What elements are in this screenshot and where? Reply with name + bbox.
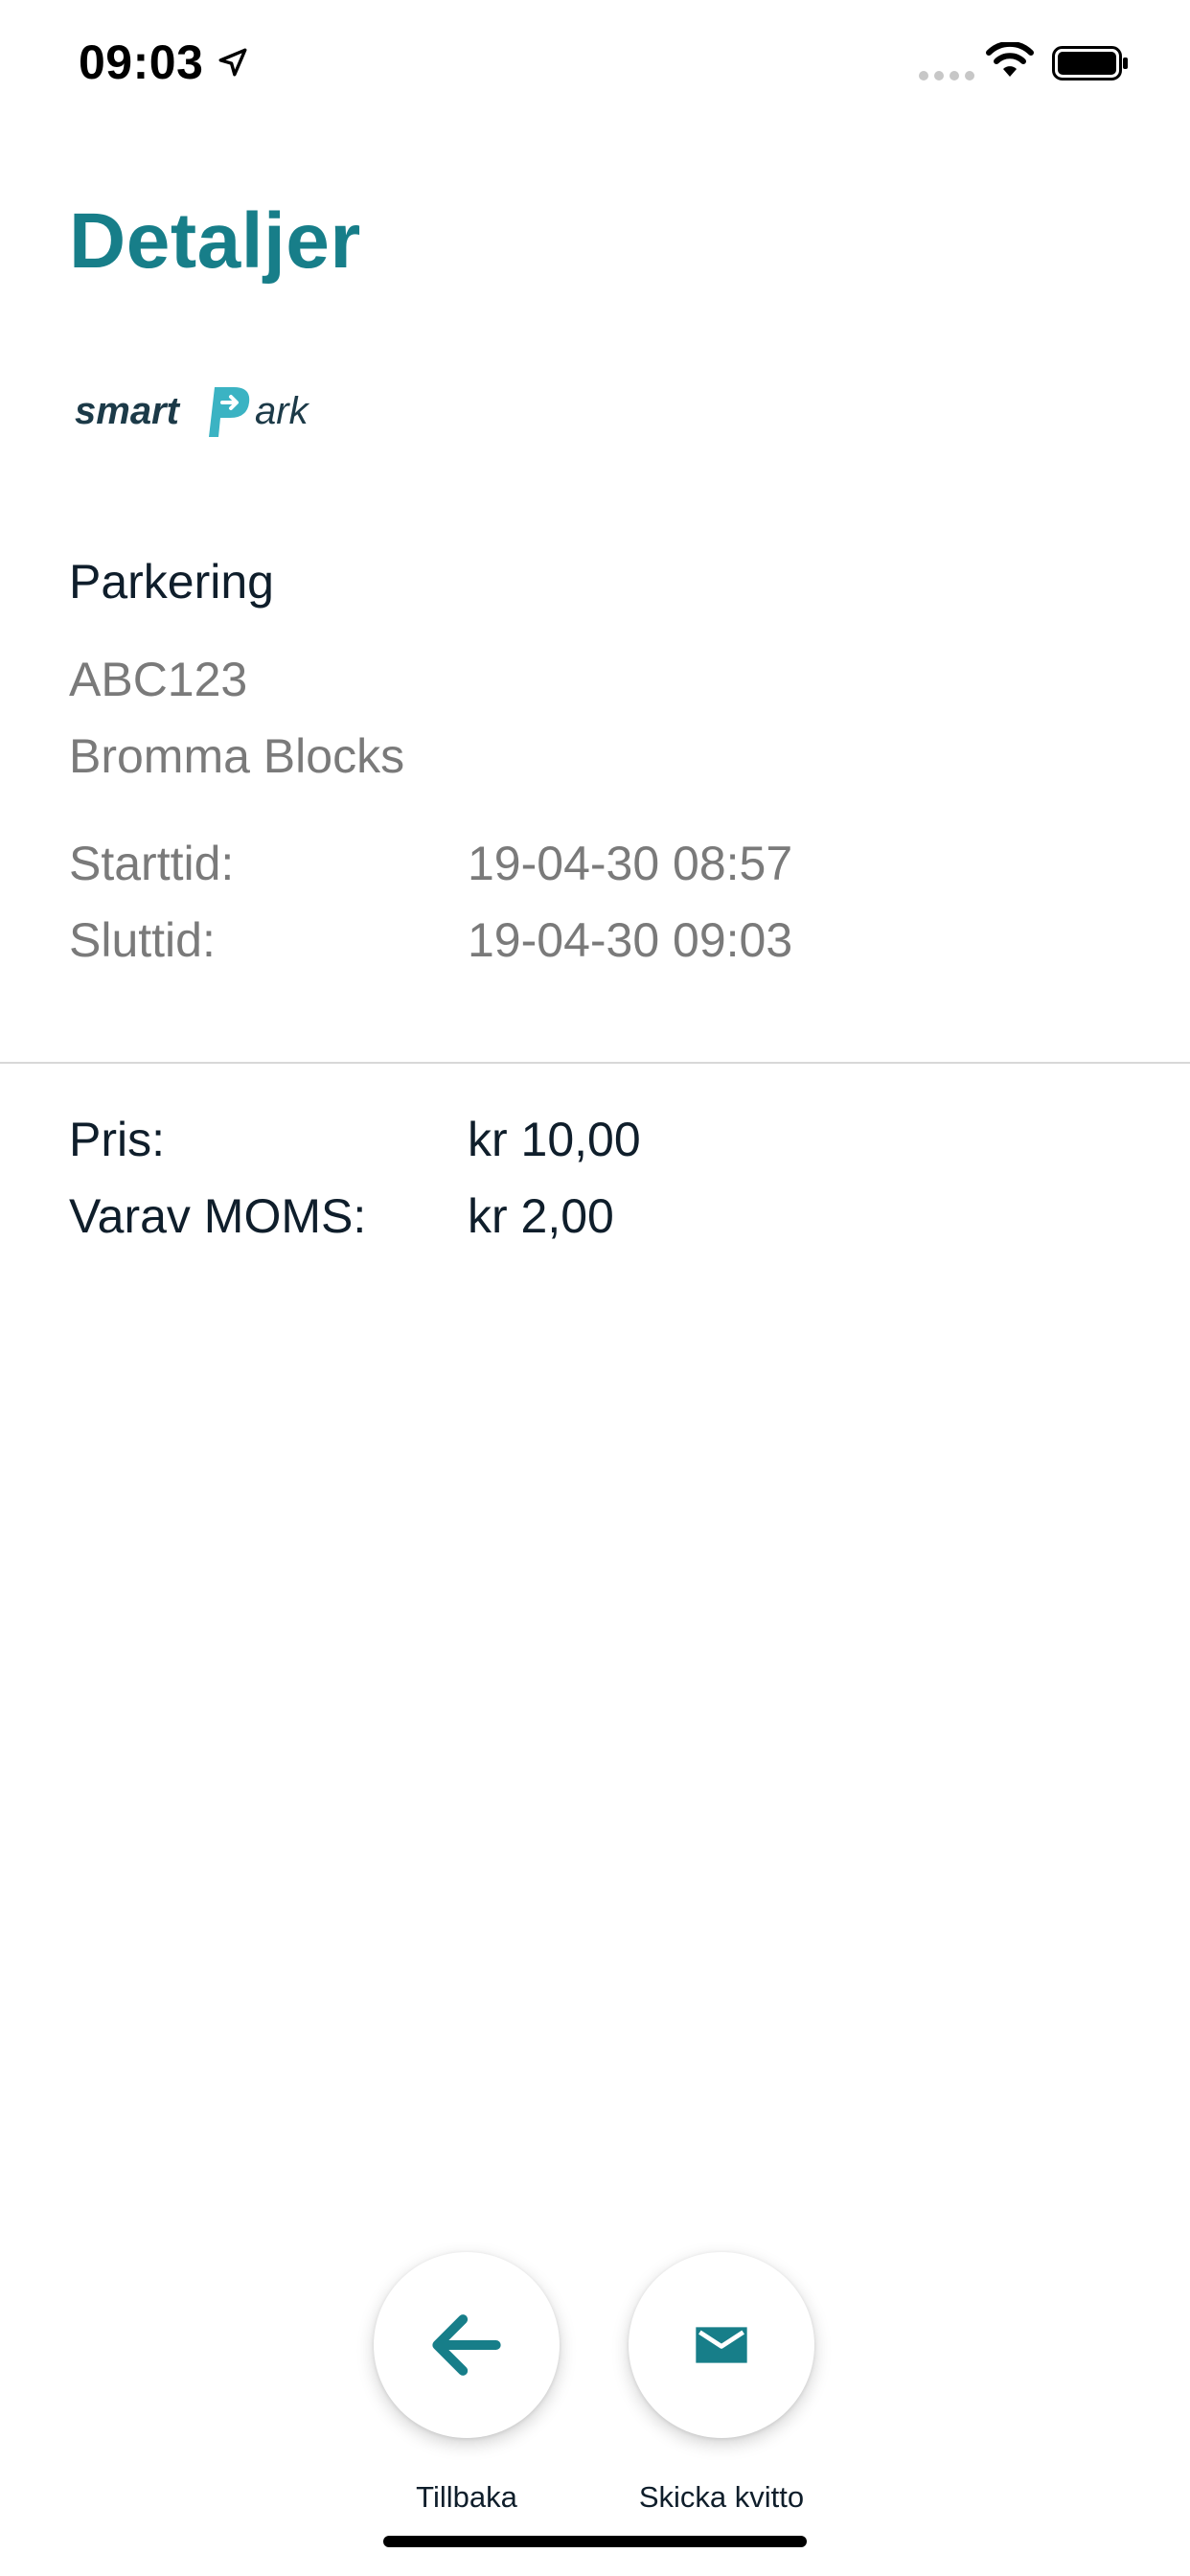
- arrow-left-icon: [432, 2314, 501, 2376]
- price-label: Pris:: [69, 1113, 165, 1166]
- status-bar: 09:03: [0, 0, 1190, 126]
- send-receipt-button[interactable]: [629, 2252, 814, 2438]
- send-receipt-label[interactable]: Skicka kvitto: [568, 2480, 875, 2515]
- envelope-icon: [696, 2327, 747, 2363]
- end-time-value: 19-04-30 09:03: [468, 913, 793, 967]
- smartpark-logo: smart ark: [75, 387, 310, 437]
- license-plate: ABC123: [69, 653, 248, 706]
- start-time-value: 19-04-30 08:57: [468, 837, 793, 890]
- section-title-parkering: Parkering: [69, 555, 274, 609]
- start-time-label: Starttid:: [69, 837, 235, 890]
- back-button[interactable]: [374, 2252, 560, 2438]
- vat-label: Varav MOMS:: [69, 1189, 367, 1243]
- battery-icon: [1052, 46, 1128, 80]
- divider: [0, 1062, 1190, 1064]
- svg-text:smart: smart: [75, 390, 181, 432]
- location-arrow-icon: [218, 48, 247, 77]
- end-time-label: Sluttid:: [69, 913, 216, 967]
- svg-text:ark: ark: [255, 390, 310, 432]
- status-time: 09:03: [79, 35, 204, 89]
- wifi-icon: [986, 42, 1034, 77]
- vat-value: kr 2,00: [468, 1189, 614, 1243]
- price-value: kr 10,00: [468, 1113, 641, 1166]
- page-title: Detaljer: [69, 197, 361, 285]
- signal-dots-icon: [919, 71, 974, 80]
- parking-location: Bromma Blocks: [69, 729, 405, 783]
- home-indicator[interactable]: [383, 2536, 807, 2547]
